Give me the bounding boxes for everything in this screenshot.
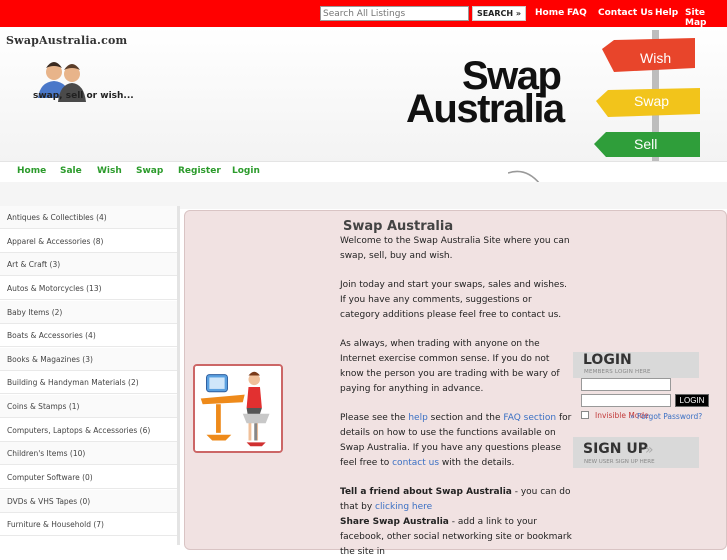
page-title: Swap Australia bbox=[343, 219, 454, 234]
faq-link[interactable]: FAQ section bbox=[503, 413, 556, 423]
login-button[interactable]: LOGIN bbox=[675, 394, 709, 407]
tagline: swap, sell or wish... bbox=[33, 91, 134, 101]
help-link[interactable]: help bbox=[408, 413, 427, 423]
signup-header[interactable]: SIGN UP » NEW USER SIGN UP HERE bbox=[573, 437, 699, 468]
caution-text: As always, when trading with anyone on t… bbox=[340, 339, 560, 394]
forgot-password-link[interactable]: » Forgot Password? bbox=[630, 411, 710, 423]
category-item[interactable]: Books & Magazines (3) bbox=[0, 348, 177, 371]
share-bold: Share Swap Australia bbox=[340, 517, 449, 527]
password-field[interactable] bbox=[581, 394, 671, 407]
top-link-help[interactable]: Help bbox=[655, 8, 678, 18]
people-logo-icon bbox=[38, 62, 86, 102]
brand-line-2: Australia bbox=[406, 87, 565, 131]
category-item[interactable]: Children's Items (10) bbox=[0, 442, 177, 465]
nav-sale[interactable]: Sale bbox=[60, 166, 82, 176]
welcome-text: Welcome to the Swap Australia Site where… bbox=[340, 236, 570, 261]
sign-swap-label: Swap bbox=[634, 93, 669, 109]
sign-wish-label: Wish bbox=[640, 50, 671, 66]
top-link-faq[interactable]: FAQ bbox=[567, 8, 587, 18]
help-text-part: section and the bbox=[427, 413, 504, 423]
category-item[interactable]: Art & Craft (3) bbox=[0, 253, 177, 276]
category-item[interactable]: DVDs & VHS Tapes (0) bbox=[0, 490, 177, 513]
top-link-contact[interactable]: Contact Us bbox=[598, 8, 653, 18]
top-link-sitemap[interactable]: Site Map bbox=[685, 8, 727, 28]
invisible-mode-checkbox[interactable] bbox=[581, 411, 589, 419]
help-text-part: with the details. bbox=[439, 458, 515, 468]
tell-friend-bold: Tell a friend about Swap Australia bbox=[340, 487, 512, 497]
category-item[interactable]: Computers, Laptops & Accessories (6) bbox=[0, 419, 177, 442]
category-item[interactable]: Coins & Stamps (1) bbox=[0, 395, 177, 418]
nav-register[interactable]: Register bbox=[178, 166, 221, 176]
login-title: LOGIN bbox=[583, 352, 632, 368]
nav-home[interactable]: Home bbox=[17, 166, 46, 176]
username-field[interactable] bbox=[581, 378, 671, 391]
category-item[interactable]: Boats & Accessories (4) bbox=[0, 324, 177, 347]
category-item[interactable]: Furniture & Household (7) bbox=[0, 513, 177, 536]
help-text: Please see the help section and the FAQ … bbox=[340, 411, 572, 471]
search-input[interactable] bbox=[320, 6, 469, 21]
search-button[interactable]: SEARCH » bbox=[472, 6, 526, 21]
category-item[interactable]: Antiques & Collectibles (4) bbox=[0, 206, 177, 229]
contact-link[interactable]: contact us bbox=[392, 458, 439, 468]
clicking-here-link[interactable]: clicking here bbox=[375, 502, 432, 512]
nav-login[interactable]: Login bbox=[232, 166, 260, 176]
nav-swap[interactable]: Swap bbox=[136, 166, 163, 176]
signpost-icon: Wish Swap Sell bbox=[594, 30, 700, 161]
signup-title: SIGN UP bbox=[583, 441, 649, 457]
category-item[interactable]: Building & Handyman Materials (2) bbox=[0, 371, 177, 394]
top-bar: SEARCH » Home FAQ Contact Us Help Site M… bbox=[0, 0, 727, 28]
category-item[interactable]: Baby Items (2) bbox=[0, 301, 177, 324]
category-item[interactable]: Apparel & Accessories (8) bbox=[0, 230, 177, 253]
main-nav: Home Sale Wish Swap Register Login bbox=[0, 161, 727, 184]
category-item[interactable]: Computer Software (0) bbox=[0, 466, 177, 489]
sign-sell-label: Sell bbox=[634, 136, 657, 152]
top-link-home[interactable]: Home bbox=[535, 8, 564, 18]
person-at-computer-illustration bbox=[193, 364, 283, 453]
sub-band bbox=[0, 182, 727, 209]
help-text-part: Please see the bbox=[340, 413, 409, 423]
join-text: Join today and start your swaps, sales a… bbox=[340, 280, 568, 320]
site-logo-text[interactable]: SwapAustralia.com bbox=[6, 34, 127, 47]
login-header: LOGIN MEMBERS LOGIN HERE bbox=[573, 352, 699, 378]
category-sidebar: Antiques & Collectibles (4) Apparel & Ac… bbox=[0, 206, 180, 545]
tell-friend-text: Tell a friend about Swap Australia - you… bbox=[340, 485, 572, 560]
signup-subtitle: NEW USER SIGN UP HERE bbox=[584, 459, 655, 465]
login-subtitle: MEMBERS LOGIN HERE bbox=[584, 369, 651, 375]
double-chevron-icon: » bbox=[645, 442, 654, 458]
nav-wish[interactable]: Wish bbox=[97, 166, 122, 176]
category-item[interactable]: Autos & Motorcycles (13) bbox=[0, 277, 177, 300]
